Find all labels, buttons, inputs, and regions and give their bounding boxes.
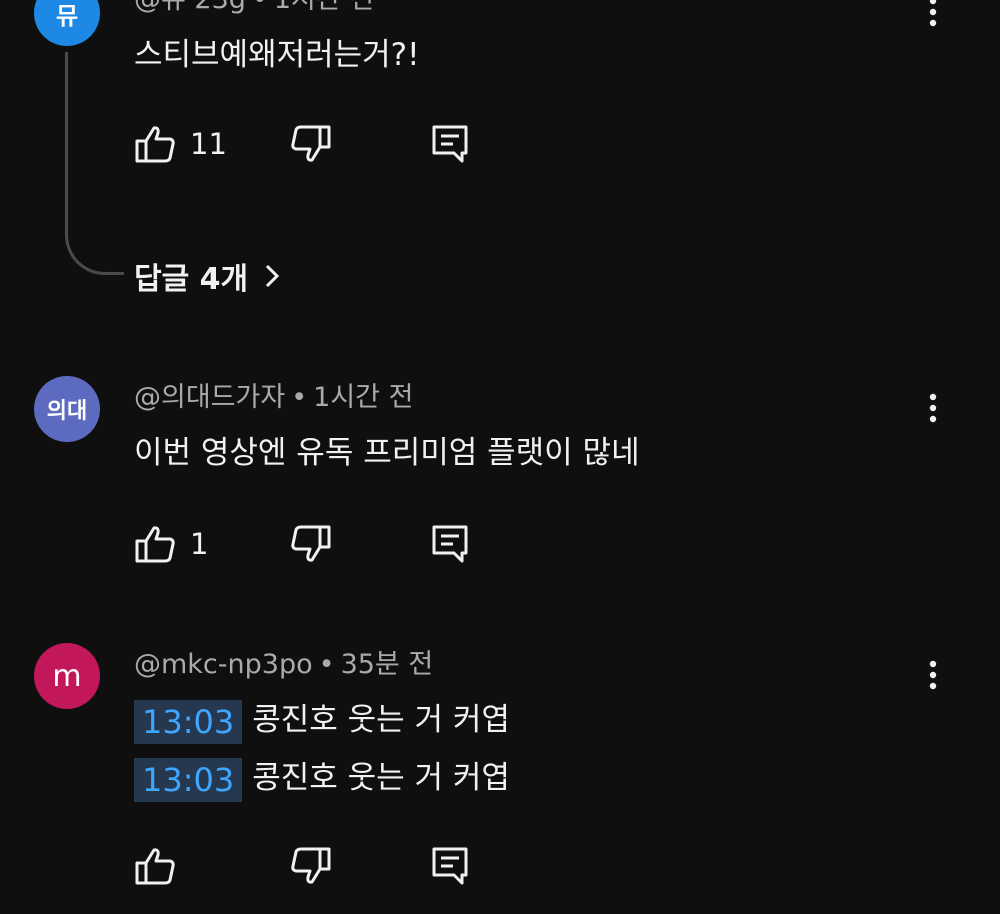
dislike-button[interactable]: [290, 122, 332, 166]
timestamp-link[interactable]: 13:03: [134, 757, 243, 802]
comment-line: 13:03 콩진호 웃는 거 커엽: [134, 749, 510, 807]
view-replies-button[interactable]: 답글 4개: [134, 250, 280, 302]
comment-meta: @의대드가자 • 1시간 전: [134, 378, 413, 418]
comment-actions: 1: [134, 522, 494, 566]
thread-connector: [65, 52, 124, 275]
reply-button[interactable]: [430, 122, 470, 166]
thumbs-up-icon: [135, 526, 175, 563]
comment-line: 13:03 콩진호 웃는 거 커엽: [134, 691, 510, 749]
reply-icon: [432, 847, 468, 885]
like-count: 1: [190, 527, 209, 561]
more-vert-icon: [929, 660, 937, 690]
reply-button[interactable]: [430, 844, 470, 888]
author-handle[interactable]: @의대드가자: [134, 382, 285, 413]
comment-meta: @mkc-np3po • 35분 전: [134, 645, 433, 685]
avatar-initial: 뮤: [55, 1, 79, 30]
more-options-button[interactable]: [916, 386, 950, 430]
replies-label: 답글 4개: [134, 262, 249, 297]
avatar-initial: 의대: [46, 399, 88, 424]
author-handle[interactable]: @뮤 23g: [134, 0, 246, 15]
thumbs-down-icon: [291, 847, 331, 884]
comment-line: 이번 영상엔 유독 프리미엄 플랫이 많네: [134, 435, 640, 471]
thumbs-down-icon: [291, 525, 331, 562]
more-vert-icon: [929, 393, 937, 423]
like-count: 11: [190, 127, 227, 161]
like-button[interactable]: [134, 844, 190, 888]
comment-line-text: 콩진호 웃는 거 커엽: [252, 760, 510, 796]
avatar-initial: m: [52, 658, 82, 694]
comment-text: 스티브예왜저러는거?!: [134, 26, 420, 84]
comment-actions: [134, 844, 494, 888]
reply-icon: [432, 525, 468, 563]
comment-time: 1시간 전: [274, 0, 374, 15]
more-vert-icon: [929, 0, 937, 27]
chevron-right-icon: [266, 264, 280, 288]
comment-text: 13:03 콩진호 웃는 거 커엽 13:03 콩진호 웃는 거 커엽: [134, 691, 510, 807]
meta-separator: •: [246, 0, 274, 15]
comment-time: 1시간 전: [313, 382, 414, 413]
reply-icon: [432, 125, 468, 163]
dislike-button[interactable]: [290, 522, 332, 566]
avatar[interactable]: 의대: [34, 376, 100, 442]
like-button[interactable]: 11: [134, 122, 227, 166]
comment-time: 35분 전: [340, 649, 434, 680]
comment-line: 스티브예왜저러는거?!: [134, 37, 420, 73]
thumbs-down-icon: [291, 125, 331, 162]
avatar[interactable]: 뮤: [34, 0, 100, 46]
author-handle[interactable]: @mkc-np3po: [134, 649, 313, 680]
comment-actions: 11: [134, 122, 494, 166]
meta-separator: •: [318, 649, 335, 680]
more-options-button[interactable]: [916, 0, 950, 34]
meta-separator: •: [291, 382, 308, 413]
comment-meta: @뮤 23g•1시간 전: [134, 0, 374, 20]
reply-button[interactable]: [430, 522, 470, 566]
thumbs-up-icon: [135, 126, 175, 163]
comment-text: 이번 영상엔 유독 프리미엄 플랫이 많네: [134, 424, 640, 482]
avatar[interactable]: m: [34, 643, 100, 709]
thumbs-up-icon: [135, 848, 175, 885]
more-options-button[interactable]: [916, 653, 950, 697]
timestamp-link[interactable]: 13:03: [134, 699, 243, 744]
dislike-button[interactable]: [290, 844, 332, 888]
like-button[interactable]: 1: [134, 522, 208, 566]
comment-line-text: 콩진호 웃는 거 커엽: [252, 702, 510, 738]
